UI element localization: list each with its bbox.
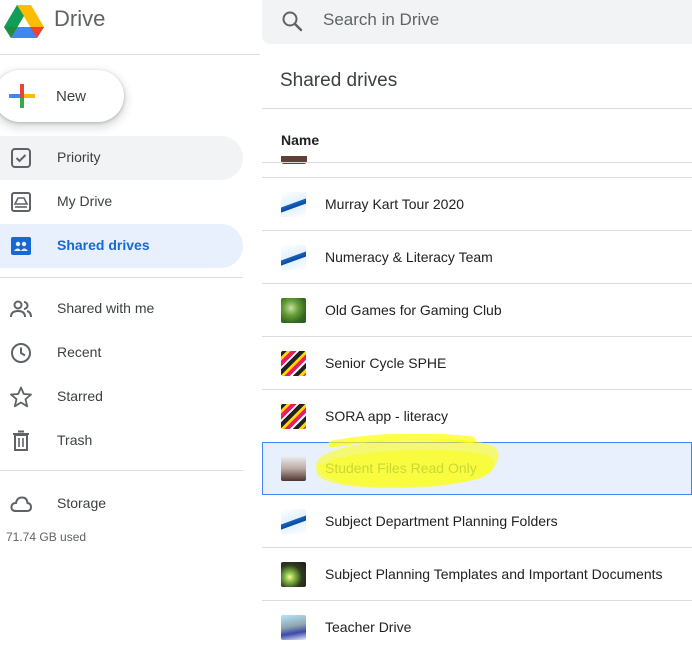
drive-logo-icon <box>4 5 44 38</box>
table-row[interactable]: SORA app - literacy <box>262 390 692 443</box>
drive-thumbnail <box>281 192 306 217</box>
drive-thumbnail <box>281 456 306 481</box>
title-divider <box>262 108 692 109</box>
drive-thumbnail <box>281 615 306 640</box>
drive-thumbnail <box>281 351 306 376</box>
priority-icon <box>11 148 31 168</box>
sidebar-item-label: Starred <box>57 388 103 404</box>
table-row[interactable]: Subject Planning Templates and Important… <box>262 548 692 601</box>
storage-used-text: 71.74 GB used <box>6 530 87 544</box>
my-drive-icon <box>11 192 31 212</box>
table-row[interactable]: Senior Cycle SPHE <box>262 337 692 390</box>
sidebar-item-label: Recent <box>57 344 102 360</box>
sidebar-item-recent[interactable]: Recent <box>0 331 243 375</box>
table-row[interactable]: Subject Department Planning Folders <box>262 495 692 548</box>
drive-name: Murray Kart Tour 2020 <box>325 196 465 212</box>
drive-thumbnail <box>281 245 306 270</box>
star-icon <box>10 386 32 408</box>
sidebar-item-shared-drives[interactable]: Shared drives <box>0 224 243 268</box>
table-row[interactable]: Old Games for Gaming Club <box>262 284 692 337</box>
new-button[interactable]: New <box>0 70 124 122</box>
drive-thumbnail <box>281 404 306 429</box>
column-header-name[interactable]: Name <box>281 132 319 148</box>
table-row[interactable]: Numeracy & Literacy Team <box>262 231 692 284</box>
app-name: Drive <box>54 6 106 31</box>
drive-name: Subject Planning Templates and Important… <box>325 566 663 582</box>
cloud-icon <box>10 496 32 512</box>
sidebar-item-label: Shared with me <box>57 300 155 316</box>
sidebar-item-label: Trash <box>57 432 93 448</box>
header-divider-line <box>262 162 692 163</box>
sidebar-item-label: Priority <box>57 149 101 165</box>
plus-icon <box>9 84 35 108</box>
sidebar-item-shared-with-me[interactable]: Shared with me <box>0 287 243 331</box>
trash-icon <box>13 430 29 451</box>
shared-drives-icon <box>11 237 31 255</box>
sidebar-item-my-drive[interactable]: My Drive <box>0 180 243 224</box>
page-title: Shared drives <box>280 70 398 91</box>
table-row[interactable]: Teacher Drive <box>262 601 692 648</box>
clock-icon <box>11 343 31 363</box>
sidebar-item-starred[interactable]: Starred <box>0 375 243 419</box>
drive-thumbnail <box>281 298 306 323</box>
sidebar-item-priority[interactable]: Priority <box>0 136 243 180</box>
drive-name: Teacher Drive <box>325 619 412 635</box>
search-input[interactable]: Search in Drive <box>323 10 439 30</box>
drive-name: Subject Department Planning Folders <box>325 513 558 529</box>
drive-name: Numeracy & Literacy Team <box>325 249 493 265</box>
sidebar-item-storage[interactable]: Storage <box>0 482 243 526</box>
drive-name: Old Games for Gaming Club <box>325 302 502 318</box>
drive-name: Senior Cycle SPHE <box>325 355 447 371</box>
drive-name: SORA app - literacy <box>325 408 448 424</box>
table-row-selected[interactable]: Student Files Read Only <box>262 442 692 495</box>
sidebar-item-trash[interactable]: Trash <box>0 419 243 463</box>
sidebar-divider <box>0 470 243 471</box>
people-icon <box>10 300 32 318</box>
drive-name: Student Files Read Only <box>325 460 477 476</box>
header-divider <box>0 54 260 55</box>
search-icon[interactable] <box>280 9 304 33</box>
sidebar-divider <box>0 277 243 278</box>
drive-thumbnail <box>281 509 306 534</box>
table-row[interactable]: Murray Kart Tour 2020 <box>262 178 692 231</box>
sidebar-item-label: My Drive <box>57 193 113 209</box>
drive-logo[interactable]: Drive <box>0 0 260 40</box>
sidebar-item-label: Storage <box>57 495 107 511</box>
new-button-label: New <box>56 88 87 105</box>
drive-thumbnail <box>281 562 306 587</box>
sidebar-item-label: Shared drives <box>57 237 150 253</box>
search-bar[interactable]: Search in Drive <box>262 0 692 44</box>
